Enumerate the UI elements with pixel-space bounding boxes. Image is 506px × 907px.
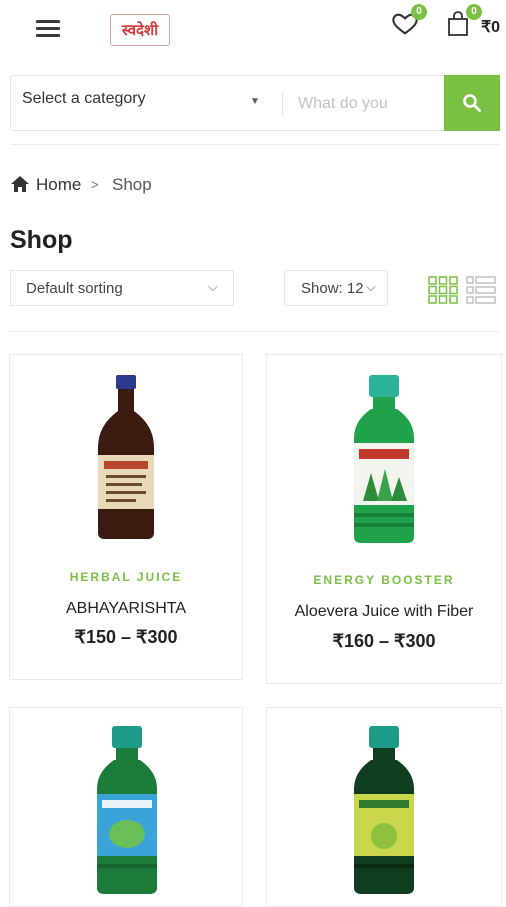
breadcrumb-current: Shop xyxy=(112,175,152,194)
cart-total[interactable]: ₹0 xyxy=(481,17,500,37)
product-image xyxy=(98,375,154,539)
product-category[interactable]: HERBAL JUICE xyxy=(10,570,242,584)
sort-label: Default sorting xyxy=(26,280,123,297)
caret-down-icon: ▼ xyxy=(250,96,260,107)
chevron-down-icon: ⌵ xyxy=(208,279,218,294)
product-card[interactable]: ENERGY BOOSTER Aloevera Juice with Fiber… xyxy=(266,354,502,684)
menu-icon[interactable] xyxy=(36,20,60,42)
product-price: ₹150 – ₹300 xyxy=(74,627,178,647)
wishlist-button[interactable]: 0 xyxy=(391,4,427,38)
product-card[interactable] xyxy=(9,707,243,907)
product-card[interactable]: HERBAL JUICE ABHAYARISHTA ₹150 – ₹300 xyxy=(9,354,243,680)
logo-text: स्वदेशी xyxy=(121,22,159,39)
breadcrumb-separator: > xyxy=(91,177,99,192)
product-name[interactable]: Aloevera Juice with Fiber xyxy=(267,603,501,621)
search-divider xyxy=(282,92,283,116)
product-image xyxy=(97,726,157,894)
product-image xyxy=(354,726,414,894)
divider xyxy=(10,144,500,145)
cart-count-badge: 0 xyxy=(466,4,482,20)
divider xyxy=(10,331,500,332)
wishlist-count-badge: 0 xyxy=(411,4,427,20)
search-icon xyxy=(463,94,481,112)
grid-view-icon[interactable] xyxy=(428,276,458,304)
search-button[interactable] xyxy=(444,75,500,131)
cart-button[interactable]: 0 xyxy=(446,4,482,38)
product-name[interactable]: ABHAYARISHTA xyxy=(10,600,242,618)
chevron-down-icon: ⌵ xyxy=(366,279,376,294)
site-logo[interactable]: स्वदेशी xyxy=(110,14,170,46)
product-price: ₹160 – ₹300 xyxy=(332,631,436,651)
show-count-label: Show: 12 xyxy=(301,280,364,297)
search-input[interactable] xyxy=(296,86,445,122)
product-image xyxy=(354,375,414,543)
product-category[interactable]: ENERGY BOOSTER xyxy=(267,573,501,587)
product-card[interactable] xyxy=(266,707,502,907)
list-view-icon[interactable] xyxy=(466,276,496,304)
page-title: Shop xyxy=(10,226,73,254)
category-select[interactable]: Select a category xyxy=(22,90,146,108)
home-icon xyxy=(11,176,29,192)
breadcrumb-home[interactable]: Home xyxy=(36,175,81,195)
